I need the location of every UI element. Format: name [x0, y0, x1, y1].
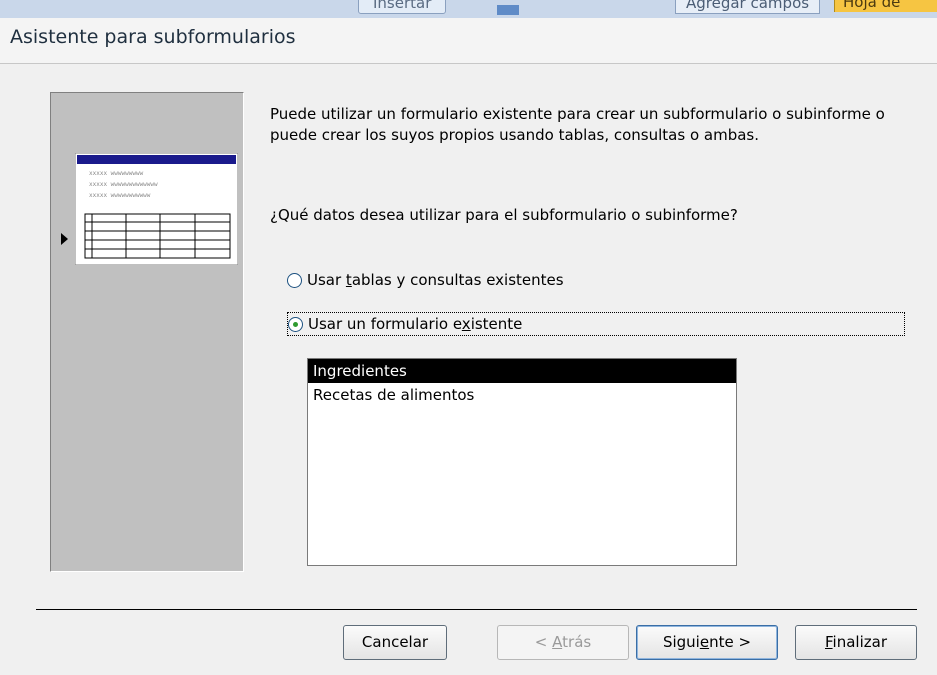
dialog-title-bar[interactable]: Asistente para subformularios [0, 18, 937, 64]
ribbon-icon [497, 5, 519, 15]
list-item[interactable]: Ingredientes [308, 359, 736, 383]
wizard-preview-panel: xxxxx wwwwwwwww xxxxx wwwwwwwwwwwww xxxx… [50, 92, 244, 572]
add-fields-button: Agregar campos [675, 0, 821, 14]
datasheet-tab: Hoja de [834, 0, 937, 12]
button-separator [36, 609, 917, 610]
radio-existing-form[interactable] [288, 316, 303, 332]
dialog-title: Asistente para subformularios [10, 26, 296, 48]
insert-button: Insertar [358, 0, 447, 14]
back-button[interactable]: < Atrás [497, 625, 629, 660]
forms-listbox[interactable]: Ingredientes Recetas de alimentos [307, 358, 737, 566]
option-tables-queries-label: Usar tablas y consultas existentes [307, 271, 564, 289]
svg-text:xxxxx wwwwwwwwwwwww: xxxxx wwwwwwwwwwwww [89, 181, 158, 188]
subform-preview-icon: xxxxx wwwwwwwww xxxxx wwwwwwwwwwwww xxxx… [75, 153, 238, 265]
finish-button[interactable]: Finalizar [795, 625, 917, 660]
data-source-question: ¿Qué datos desea utilizar para el subfor… [270, 206, 738, 224]
svg-text:xxxxx wwwwwwwww: xxxxx wwwwwwwww [89, 170, 144, 177]
pointer-arrow-icon [61, 233, 68, 245]
subform-wizard-dialog: xxxxx wwwwwwwww xxxxx wwwwwwwwwwwww xxxx… [0, 64, 937, 675]
list-item[interactable]: Recetas de alimentos [308, 383, 736, 407]
option-existing-form[interactable]: Usar un formulario existente [287, 312, 905, 336]
background-app-ribbon: Insertar Agregar campos Hoja de [0, 0, 937, 18]
option-existing-form-label: Usar un formulario existente [308, 315, 523, 333]
radio-tables-queries[interactable] [287, 272, 302, 288]
option-tables-queries[interactable]: Usar tablas y consultas existentes [287, 268, 564, 292]
wizard-description: Puede utilizar un formulario existente p… [270, 105, 885, 144]
cancel-button[interactable]: Cancelar [343, 625, 447, 660]
next-button[interactable]: Siguiente > [636, 625, 778, 660]
svg-text:xxxxx wwwwwwwwwww: xxxxx wwwwwwwwwww [89, 192, 151, 199]
